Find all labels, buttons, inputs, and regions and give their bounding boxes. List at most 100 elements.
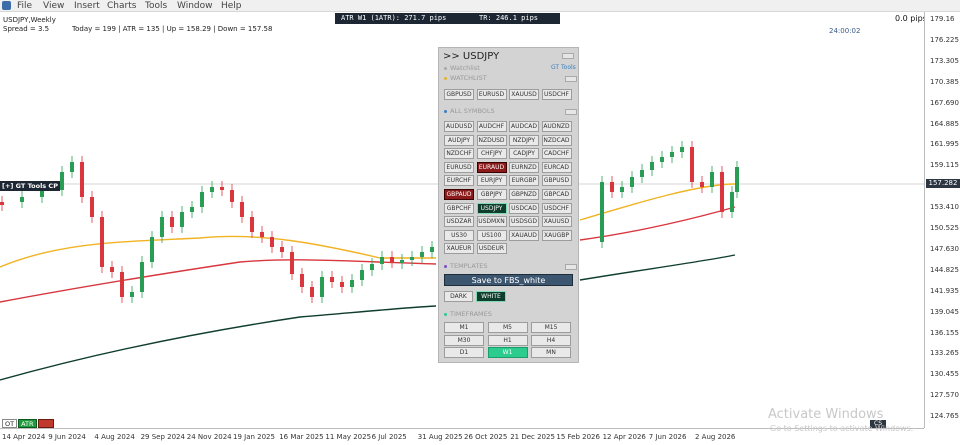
symbol-button[interactable]: NZDJPY (509, 134, 539, 146)
symbol-button[interactable]: USDCHF (541, 202, 572, 214)
price-tick: 167.690 (930, 98, 959, 107)
app-icon[interactable] (2, 1, 11, 10)
symbol-button[interactable]: US30 (444, 229, 474, 241)
symbol-button[interactable]: CADCHF (541, 148, 572, 160)
symbol-button[interactable]: US100 (476, 229, 507, 241)
price-tick: 159.115 (930, 161, 959, 170)
candle (20, 197, 24, 202)
symbol-button[interactable]: AUDCAD (509, 121, 539, 132)
timeframe-button[interactable]: MN (531, 347, 571, 358)
candle (290, 252, 294, 274)
timeframe-button[interactable]: M30 (444, 334, 484, 346)
watchlist-symbol-button[interactable]: GBPUSD (444, 89, 474, 100)
symbol-button[interactable]: XAUEUR (444, 243, 474, 255)
candle (690, 147, 694, 182)
timeframe-button[interactable]: M15 (531, 322, 571, 333)
timeframe-button[interactable]: H4 (531, 334, 571, 346)
timeframe-button[interactable]: M1 (444, 322, 484, 333)
symbol-button[interactable]: NZDCHF (444, 148, 474, 160)
tab-atr[interactable]: ATR (18, 419, 37, 428)
candle (250, 217, 254, 232)
symbol-button[interactable]: USDCAD (509, 202, 539, 214)
symbol-button[interactable]: CADJPY (509, 148, 539, 160)
symbol-button[interactable]: NZDUSD (476, 134, 507, 146)
watchlist-symbol-button[interactable]: XAUUSD (509, 89, 539, 100)
candle (330, 277, 334, 282)
candle (660, 157, 664, 162)
time-tick: 19 Jan 2025 (233, 433, 275, 441)
tab-red[interactable] (37, 419, 54, 428)
symbol-button[interactable]: GBPUSD (541, 175, 572, 187)
gt-tools-cp-label[interactable]: [+] GT Tools CP (0, 181, 60, 191)
timeframes-label: TIMEFRAMES (450, 310, 492, 318)
symbol-button[interactable]: EURUSD (444, 161, 474, 173)
timeframe-button[interactable]: W1 (487, 347, 528, 358)
symbol-button[interactable]: USDJPY (476, 202, 507, 214)
symbol-button[interactable]: GBPNZD (509, 189, 539, 200)
all-symbols-collapse-button[interactable] (565, 109, 577, 115)
symbol-button[interactable]: AUDCHF (476, 121, 507, 132)
timeframe-button[interactable]: M5 (487, 322, 528, 333)
menu-window[interactable]: Window (177, 0, 213, 12)
gt-tools-link[interactable]: GT Tools (551, 64, 576, 71)
symbol-button[interactable]: AUDJPY (444, 134, 474, 146)
templates-dot-icon (444, 265, 447, 268)
price-tick: 130.455 (930, 370, 959, 379)
symbol-button[interactable]: GBPJPY (476, 189, 507, 200)
symbol-button[interactable]: EURGBP (509, 175, 539, 187)
menu-help[interactable]: Help (221, 0, 242, 12)
templates-label: TEMPLATES (450, 262, 488, 270)
symbol-button[interactable]: EURJPY (476, 175, 507, 187)
symbol-button[interactable]: GBPCHF (444, 202, 474, 214)
templates-collapse-button[interactable] (565, 264, 577, 270)
candle (40, 190, 44, 197)
atr-bar: ATR W1 (1ATR): 271.7 pips TR: 246.1 pips (335, 13, 560, 24)
timeframe-button[interactable]: H1 (487, 334, 528, 346)
watchlist-symbol-button[interactable]: EURUSD (476, 89, 507, 100)
save-template-button[interactable]: Save to FBS_white (444, 274, 573, 286)
dark-template-button[interactable]: DARK (444, 291, 473, 302)
symbol-button[interactable]: XAUGBP (541, 229, 572, 241)
candle (630, 177, 634, 187)
menu-charts[interactable]: Charts (107, 0, 136, 12)
symbol-button[interactable]: USDZAR (444, 216, 474, 228)
symbol-button[interactable]: GBPCAD (541, 189, 572, 200)
white-template-button[interactable]: WHITE (476, 291, 506, 302)
symbol-button[interactable]: XAUAUD (509, 229, 539, 241)
price-tick: 176.225 (930, 35, 959, 44)
watchlist-collapse-button[interactable] (565, 76, 577, 82)
price-tick: 127.570 (930, 391, 959, 400)
symbol-button[interactable]: NZDCAD (541, 134, 572, 146)
symbol-button[interactable]: EURCHF (444, 175, 474, 187)
symbol-button[interactable]: CHFJPY (476, 148, 507, 160)
candle (430, 247, 434, 252)
candle (710, 172, 714, 187)
symbol-button[interactable]: EURAUD (476, 161, 507, 173)
candle (190, 207, 194, 212)
price-tick: 139.045 (930, 307, 959, 316)
symbol-button[interactable]: GBPAUD (444, 189, 474, 200)
time-tick: 29 Sep 2024 (140, 433, 185, 441)
symbol-button[interactable]: XAUUSD (541, 216, 572, 228)
menu-tools[interactable]: Tools (145, 0, 167, 12)
timeframe-button[interactable]: D1 (444, 347, 484, 358)
symbol-button[interactable]: USDSGD (509, 216, 539, 228)
symbol-button[interactable]: EURCAD (541, 161, 572, 173)
menu-insert[interactable]: Insert (74, 0, 100, 12)
menu-view[interactable]: View (43, 0, 64, 12)
gt-tools-panel: >> USDJPY Watchlist GT Tools WATCHLIST A… (438, 47, 579, 363)
tab-ot[interactable]: OT (2, 419, 18, 428)
symbol-button[interactable]: AUDUSD (444, 121, 474, 132)
panel-minimize-button[interactable] (562, 53, 574, 59)
symbol-button[interactable]: EURNZD (509, 161, 539, 173)
watchlist-symbol-button[interactable]: USDCHF (541, 89, 572, 100)
price-tick: 150.525 (930, 224, 959, 232)
symbol-button[interactable]: AUDNZD (541, 121, 572, 132)
candle (0, 202, 4, 205)
candle (160, 217, 164, 237)
candle (140, 262, 144, 292)
menu-file[interactable]: File (17, 0, 32, 12)
symbol-button[interactable]: USDEUR (476, 243, 507, 255)
symbol-button[interactable]: USDMXN (476, 216, 507, 228)
candle (320, 277, 324, 297)
